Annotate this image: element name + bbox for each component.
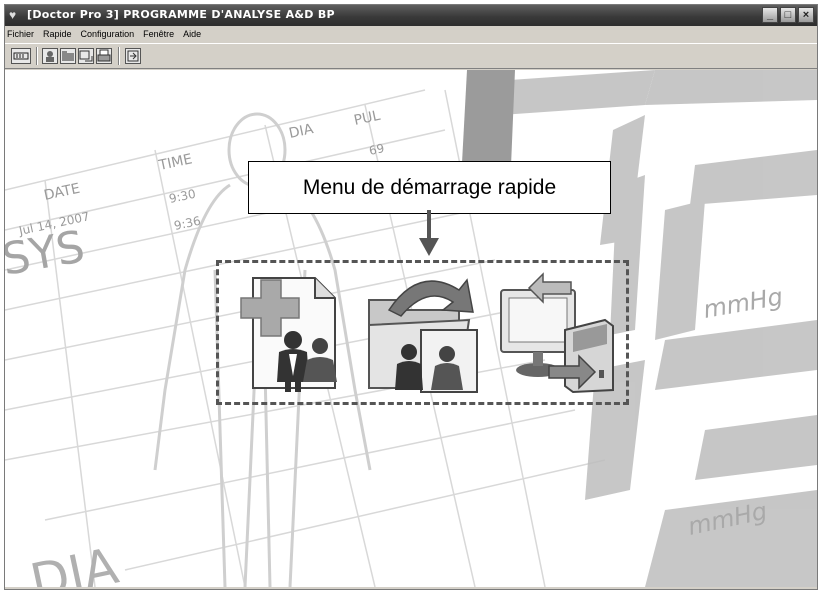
bg-unit-top: mmHg bbox=[701, 282, 785, 323]
callout-arrow-down-icon bbox=[419, 210, 439, 256]
new-patient-button[interactable] bbox=[223, 270, 349, 398]
close-button[interactable]: × bbox=[798, 7, 814, 23]
bg-time-value: 9:30 bbox=[168, 187, 197, 206]
window-title: [Doctor Pro 3] PROGRAMME D'ANALYSE A&D B… bbox=[27, 8, 335, 21]
maximize-button[interactable]: □ bbox=[780, 7, 796, 23]
exit-icon bbox=[127, 50, 139, 62]
application-window: ♥ [Doctor Pro 3] PROGRAMME D'ANALYSE A&D… bbox=[4, 4, 818, 590]
app-heart-icon[interactable]: ♥ bbox=[9, 8, 23, 22]
new-patient-tool-button[interactable] bbox=[42, 48, 58, 64]
transfer-tool-button[interactable] bbox=[78, 48, 94, 64]
window-controls: _ □ × bbox=[762, 7, 814, 24]
status-bar bbox=[5, 587, 817, 589]
open-patient-button[interactable] bbox=[359, 270, 485, 398]
quick-start-callout: Menu de démarrage rapide bbox=[248, 161, 611, 214]
transfer-icon bbox=[79, 50, 93, 62]
device-transfer-icon bbox=[500, 272, 614, 394]
toolbar-separator bbox=[118, 47, 120, 65]
toolbar-separator bbox=[36, 47, 38, 65]
menu-fichier[interactable]: Fichier bbox=[7, 29, 34, 39]
title-bar[interactable]: ♥ [Doctor Pro 3] PROGRAMME D'ANALYSE A&D… bbox=[5, 5, 817, 26]
menu-fenetre[interactable]: Fenêtre bbox=[143, 29, 174, 39]
print-icon bbox=[97, 49, 111, 62]
menu-rapide[interactable]: Rapide bbox=[43, 29, 72, 39]
bg-pul-value: 69 bbox=[368, 141, 386, 158]
bg-sys-label: SYS bbox=[5, 221, 88, 286]
menu-aide[interactable]: Aide bbox=[183, 29, 201, 39]
bg-time-header: TIME bbox=[157, 151, 194, 174]
card-reader-icon bbox=[13, 52, 29, 60]
menu-configuration[interactable]: Configuration bbox=[81, 29, 135, 39]
minimize-button[interactable]: _ bbox=[762, 7, 778, 23]
bg-date-header: DATE bbox=[43, 181, 82, 204]
data-transfer-button[interactable] bbox=[495, 270, 621, 398]
card-reader-button[interactable] bbox=[11, 48, 31, 64]
open-patient-icon bbox=[62, 51, 74, 61]
main-client-area: DATE TIME DIA PUL Jul 14, 2007 9:30 69 9… bbox=[5, 70, 817, 587]
bg-pul-header: PUL bbox=[353, 108, 382, 129]
open-patient-folder-icon bbox=[368, 278, 478, 393]
exit-tool-button[interactable] bbox=[125, 48, 141, 64]
new-patient-icon bbox=[46, 51, 54, 62]
bg-dia-header: DIA bbox=[288, 121, 316, 142]
toolbar bbox=[5, 43, 817, 69]
print-tool-button[interactable] bbox=[96, 48, 112, 64]
menu-bar: Fichier Rapide Configuration Fenêtre Aid… bbox=[5, 26, 817, 42]
quick-start-menu bbox=[216, 260, 629, 405]
open-patient-tool-button[interactable] bbox=[60, 48, 76, 64]
add-patient-icon bbox=[240, 277, 337, 392]
bg-dia-label: DIA bbox=[25, 537, 123, 587]
